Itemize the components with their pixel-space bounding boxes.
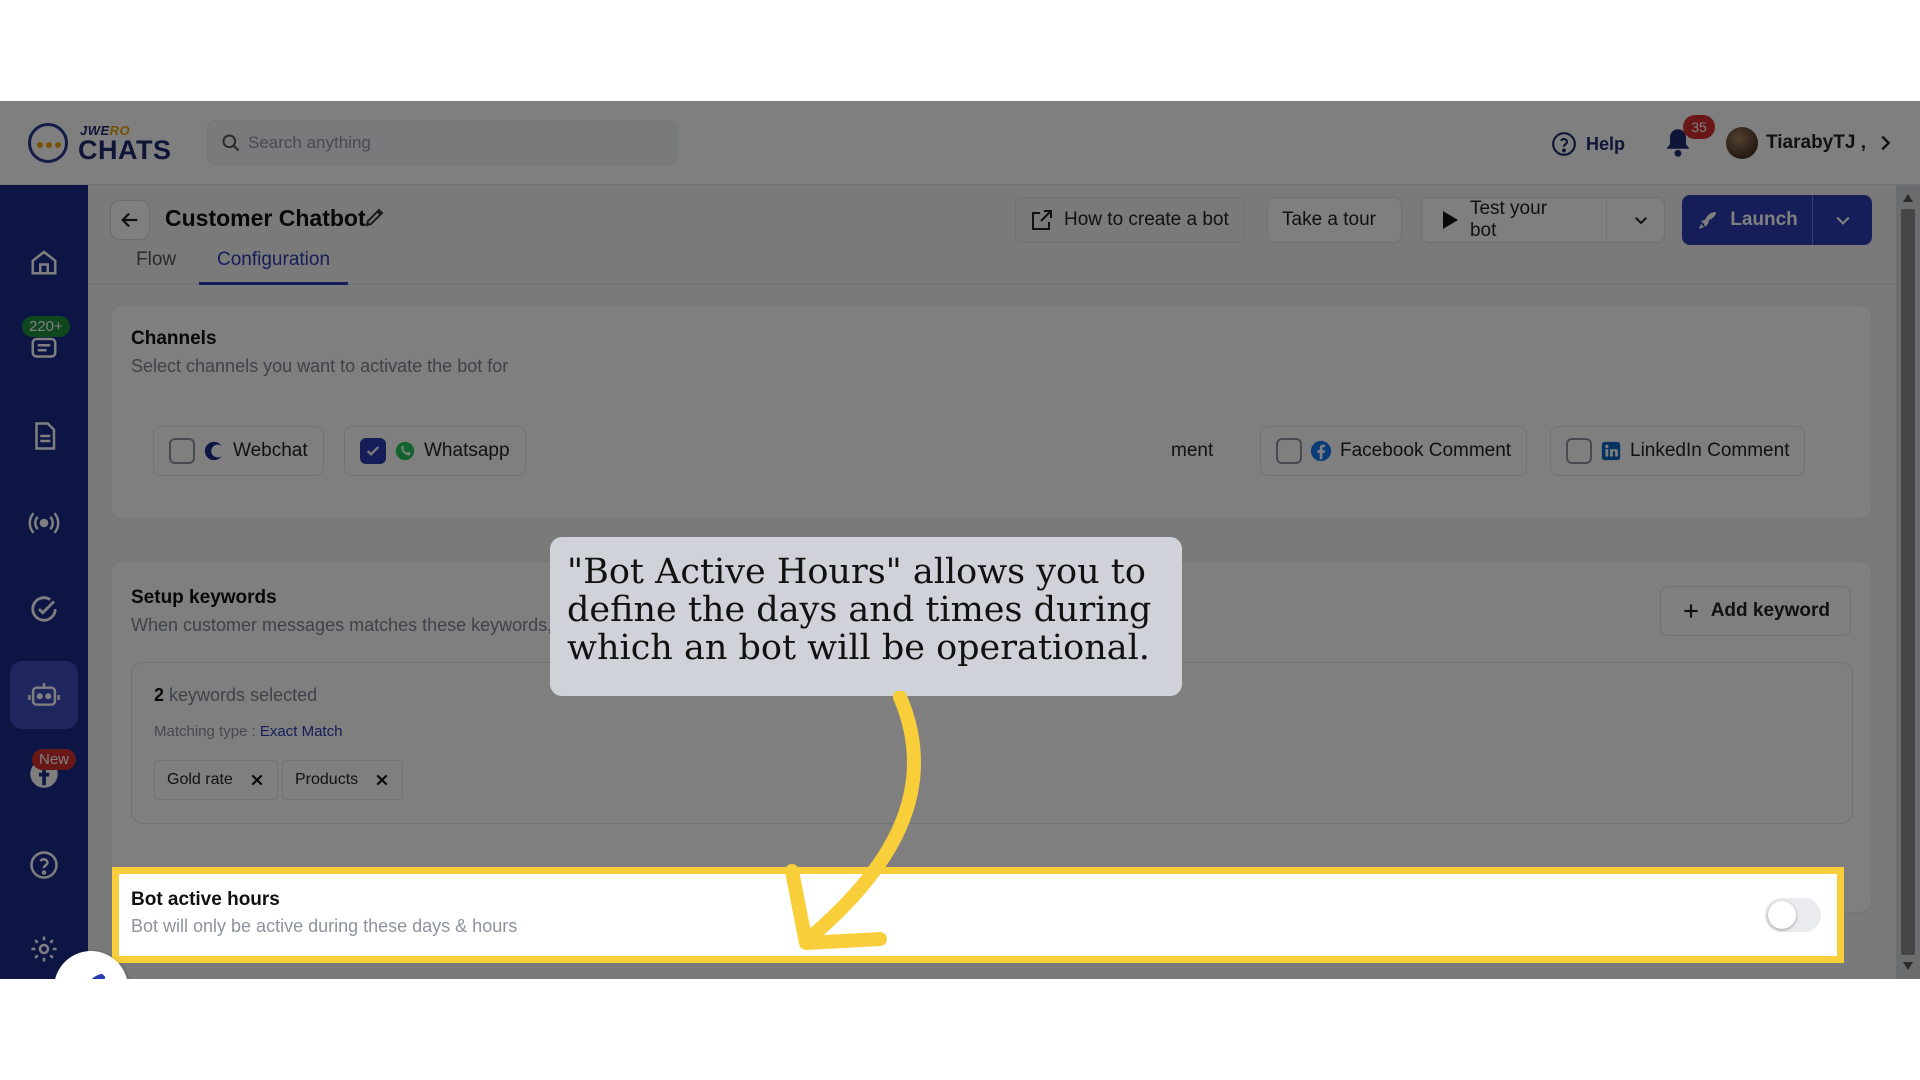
bot-hours-toggle[interactable] [1765,898,1821,932]
bot-hours-title: Bot active hours [131,889,280,910]
tutorial-callout: "Bot Active Hours" allows you to define … [550,537,1182,696]
rocket-icon [91,973,106,979]
app-stage: JWERO CHATS Help 35 TiarabyTJ , 220+ [0,101,1920,979]
bot-active-hours-highlight[interactable]: Bot active hours Bot will only be active… [112,867,1844,963]
toggle-knob [1768,901,1796,929]
tutorial-arrow-icon [785,691,921,950]
bot-hours-subtitle: Bot will only be active during these day… [131,916,518,936]
